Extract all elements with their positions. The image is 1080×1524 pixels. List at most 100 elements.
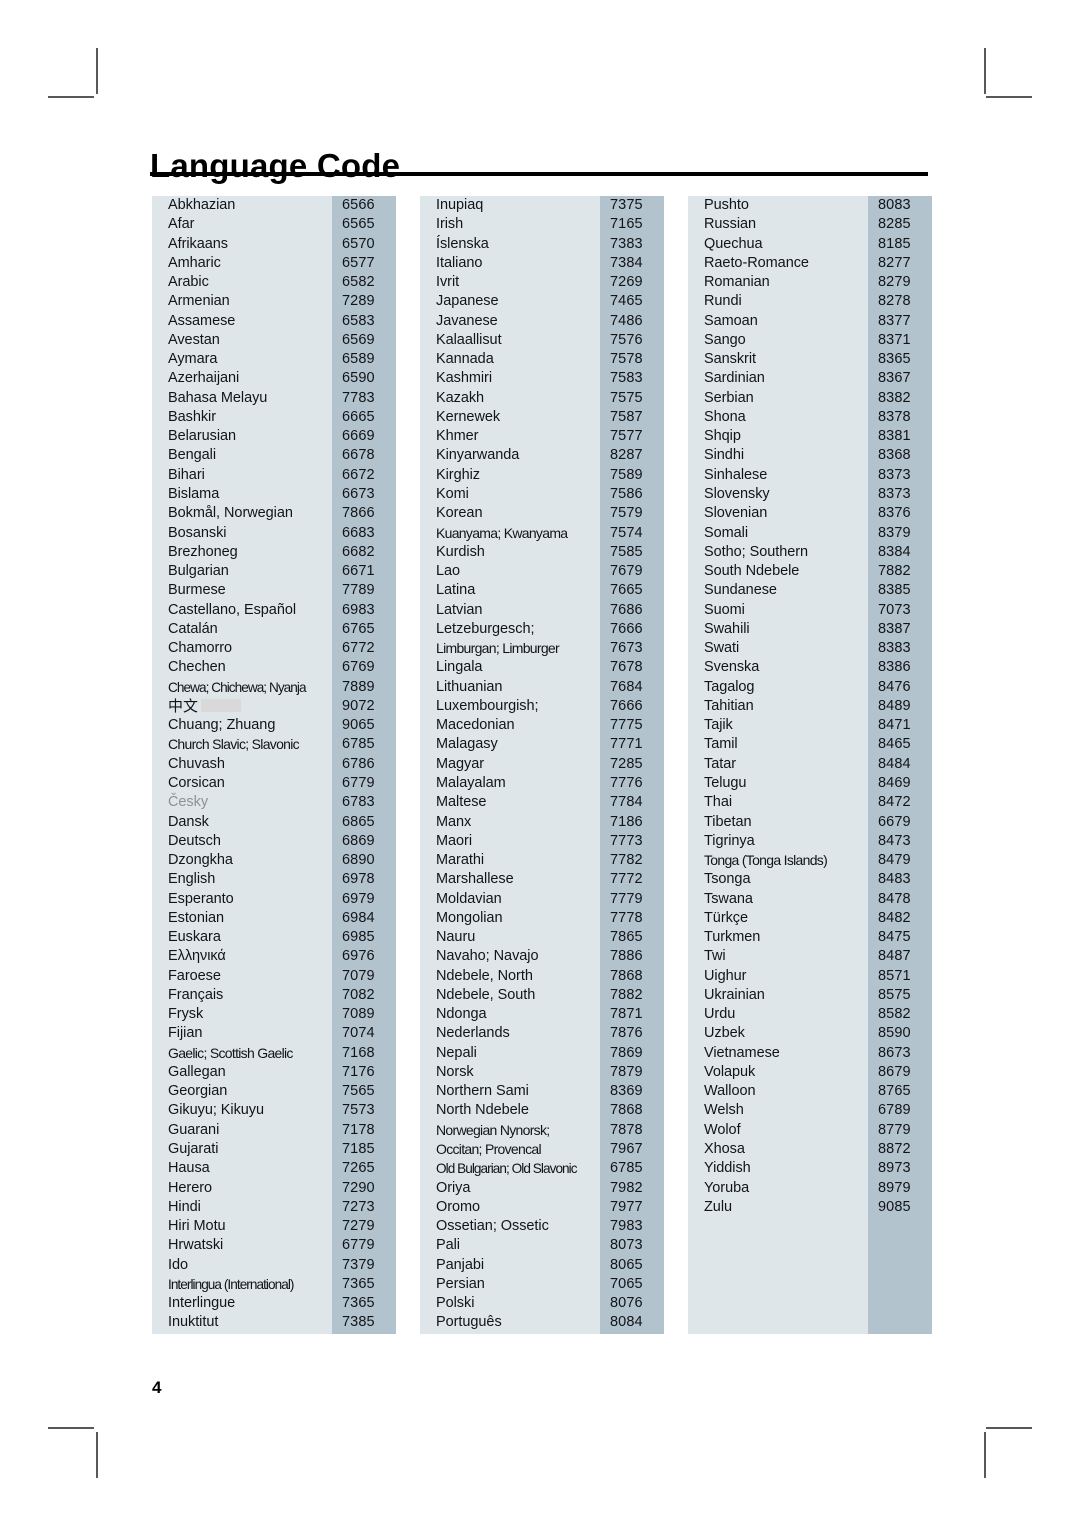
table-row: Irish 7165	[420, 215, 664, 234]
crop-mark-top-left-horizontal	[48, 96, 94, 98]
language-code: 6979	[342, 890, 375, 907]
table-row: Ελληνικά 6976	[152, 947, 396, 966]
language-code: 8575	[878, 986, 911, 1003]
table-row: Amharic 6577	[152, 254, 396, 273]
language-name: North Ndebele	[436, 1102, 529, 1119]
language-name: Javanese	[436, 312, 498, 329]
crop-mark-top-right-vertical	[984, 48, 986, 94]
table-row: Welsh 6789	[688, 1101, 932, 1120]
table-row: Sango 8371	[688, 331, 932, 350]
table-row: Chuang; Zhuang 9065	[152, 716, 396, 735]
language-code: 6565	[342, 216, 375, 233]
language-code: 7073	[878, 601, 911, 618]
table-row: Türkçe 8482	[688, 909, 932, 928]
language-name: Maltese	[436, 794, 487, 811]
language-name: Guarani	[168, 1121, 220, 1138]
table-row: Bosanski 6683	[152, 524, 396, 543]
table-row: Urdu 8582	[688, 1005, 932, 1024]
table-row: Luxembourgish; 7666	[420, 697, 664, 716]
table-row: Uighur 8571	[688, 967, 932, 986]
language-name: Japanese	[436, 293, 499, 310]
language-name: Tahitian	[704, 697, 754, 714]
table-row: Tonga (Tonga Islands) 8479	[688, 851, 932, 870]
language-code: 7573	[342, 1102, 375, 1119]
table-row: Tsonga 8483	[688, 870, 932, 889]
language-name: Latina	[436, 582, 476, 599]
language-name: Tsonga	[704, 871, 751, 888]
language-code: 7889	[342, 678, 375, 695]
table-row: Pali 8073	[420, 1236, 664, 1255]
language-code: 6786	[342, 755, 375, 772]
table-row: Deutsch 6869	[152, 832, 396, 851]
language-code: 8469	[878, 774, 911, 791]
language-code: 8376	[878, 505, 911, 522]
language-code: 7082	[342, 986, 375, 1003]
language-code: 7666	[610, 697, 643, 714]
table-row: Komi 7586	[420, 485, 664, 504]
table-row: Ukrainian 8575	[688, 986, 932, 1005]
language-code: 6566	[342, 197, 375, 213]
language-code: 7882	[610, 986, 643, 1003]
table-row: Gallegan 7176	[152, 1063, 396, 1082]
language-code: 6779	[342, 774, 375, 791]
language-code: 6669	[342, 428, 375, 445]
table-row: Mongolian 7778	[420, 909, 664, 928]
language-code: 8377	[878, 312, 911, 329]
language-code: 8373	[878, 485, 911, 502]
page-title: Language Code	[150, 147, 401, 185]
language-name: Tajik	[704, 717, 733, 734]
language-name: Slovenian	[704, 505, 768, 522]
language-name: Tibetan	[704, 813, 752, 830]
table-row: Sindhi 8368	[688, 446, 932, 465]
table-row: Tatar 8484	[688, 755, 932, 774]
language-name: Magyar	[436, 755, 485, 772]
table-row: Guarani 7178	[152, 1121, 396, 1140]
table-row: Tajik 8471	[688, 716, 932, 735]
table-row: Volapuk 8679	[688, 1063, 932, 1082]
language-code: 8571	[878, 967, 911, 984]
table-row: Slovensky 8373	[688, 485, 932, 504]
language-name: Latvian	[436, 601, 483, 618]
language-name: Bokmål, Norwegian	[168, 505, 293, 522]
language-code: 6779	[342, 1237, 375, 1254]
table-row: Occitan; Provencal 7967	[420, 1140, 664, 1159]
language-code: 7678	[610, 659, 643, 676]
language-name: South Ndebele	[704, 563, 800, 580]
language-name: Français	[168, 986, 224, 1003]
language-name: Esperanto	[168, 890, 234, 907]
table-row: Persian 7065	[420, 1275, 664, 1294]
table-row: Arabic 6582	[152, 273, 396, 292]
table-row: Avestan 6569	[152, 331, 396, 350]
language-code: 7789	[342, 582, 375, 599]
language-name: Zulu	[704, 1198, 733, 1215]
table-row: Assamese 6583	[152, 312, 396, 331]
language-code: 6765	[342, 620, 375, 637]
language-name: Kannada	[436, 351, 494, 368]
language-name: Česky	[168, 794, 209, 811]
table-row: Français 7082	[152, 986, 396, 1005]
language-name: Sinhalese	[704, 466, 768, 483]
table-row: 中文 9072	[152, 697, 396, 716]
table-row: Quechua 8185	[688, 235, 932, 254]
table-row: Ivrit 7269	[420, 273, 664, 292]
language-name: Kashmiri	[436, 370, 492, 387]
language-code: 7465	[610, 293, 643, 310]
language-code: 7577	[610, 428, 643, 445]
language-code: 8278	[878, 293, 911, 310]
language-name: Dansk	[168, 813, 209, 830]
language-code: 6976	[342, 948, 375, 965]
crop-mark-bottom-right-vertical	[984, 1432, 986, 1478]
language-code: 8779	[878, 1121, 911, 1138]
table-row: Hausa 7265	[152, 1159, 396, 1178]
table-row: Old Bulgarian; Old Slavonic 6785	[420, 1159, 664, 1178]
language-code: 7186	[610, 813, 643, 830]
table-row: Sardinian 8367	[688, 369, 932, 388]
language-code: 7665	[610, 582, 643, 599]
language-name: Pushto	[704, 197, 749, 213]
language-name: Persian	[436, 1275, 485, 1292]
language-code: 7589	[610, 466, 643, 483]
language-name: Lao	[436, 563, 461, 580]
table-row: Abkhazian 6566	[152, 196, 396, 215]
language-name: Georgian	[168, 1083, 228, 1100]
language-name: Shona	[704, 408, 746, 425]
